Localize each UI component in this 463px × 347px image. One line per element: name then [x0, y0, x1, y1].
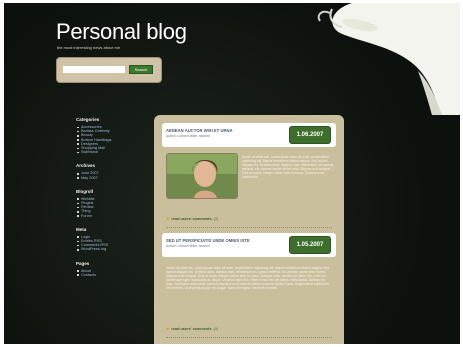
comment-count: (0)	[213, 217, 219, 221]
sidebar-heading-archives: Archives	[76, 163, 96, 169]
blog-tagline: the most interesting news about me	[57, 45, 121, 50]
sidebar-heading-meta: Meta	[76, 226, 87, 232]
content-panel: AENEAN AUCTOR WISI ET URNA Author: Loria…	[154, 115, 344, 344]
sidebar-link[interactable]: Forum	[77, 214, 146, 218]
sidebar-heading-pages: Pages	[76, 260, 90, 266]
sidebar-list-categories: Accessories Badass Celebrity Beauty Bott…	[76, 125, 146, 154]
post-divider	[166, 337, 332, 338]
sidebar-link[interactable]: WordPress.org	[77, 247, 146, 251]
sidebar-list-blogroll: Website Plugins Review Thing Forum	[76, 197, 146, 218]
post-excerpt: Donec sit amet nisi. Lorem ipsum dolor s…	[166, 266, 329, 291]
calla-lily-image	[317, 3, 460, 115]
sidebar-heading-categories: Categories	[76, 117, 100, 122]
search-input[interactable]	[63, 66, 125, 73]
post-date-badge: 1.05.2007	[289, 236, 331, 254]
post-divider	[166, 227, 332, 228]
sidebar-link[interactable]: May 2007	[77, 176, 146, 180]
post-comments-link[interactable]: ★ read users' comments (0)	[166, 326, 218, 331]
sidebar-list-archives: June 2007 May 2007	[76, 171, 146, 180]
post-title[interactable]: SED UT PERSPICIATIS UNDE OMNIS ISTE	[166, 238, 250, 243]
blog-title[interactable]: Personal blog	[56, 19, 187, 45]
sidebar-list-meta: Login Entries RSS Comments RSS WordPress…	[76, 235, 146, 252]
star-icon: ★	[166, 327, 170, 331]
blog-post: SED UT PERSPICIATIS UNDE OMNIS ISTE Auth…	[162, 233, 336, 344]
post-author: Author: Loriann Miller, student	[166, 134, 210, 138]
post-excerpt: Donec sit amet nisi. Lorem ipsum dolor s…	[242, 155, 334, 180]
comment-count: (0)	[213, 327, 219, 331]
post-header: SED UT PERSPICIATIS UNDE OMNIS ISTE Auth…	[162, 233, 336, 257]
sidebar-heading-blogroll: Blogroll	[76, 188, 93, 194]
comments-link-label[interactable]: read users' comments	[171, 217, 211, 221]
sidebar: Categories Accessories Badass Celebrity …	[76, 117, 146, 286]
post-photo	[166, 153, 238, 199]
star-icon: ★	[166, 217, 170, 221]
post-header: AENEAN AUCTOR WISI ET URNA Author: Loria…	[162, 123, 336, 147]
sidebar-link[interactable]: Swimwear	[77, 150, 146, 154]
post-comments-link[interactable]: ★ read users' comments (0)	[166, 216, 218, 221]
page-frame: Personal blog the most interesting news …	[4, 3, 460, 344]
post-author: Author: Loriann Miller, student	[166, 244, 210, 248]
search-panel: Search	[56, 57, 162, 83]
sidebar-link[interactable]: Contacts	[77, 273, 146, 277]
post-date-badge: 1.06.2007	[289, 126, 331, 144]
sidebar-list-pages: About Contacts	[76, 269, 146, 277]
comments-link-label[interactable]: read users' comments	[171, 327, 211, 331]
search-button[interactable]: Search	[129, 65, 153, 74]
post-title[interactable]: AENEAN AUCTOR WISI ET URNA	[166, 128, 233, 133]
blog-post: AENEAN AUCTOR WISI ET URNA Author: Loria…	[162, 123, 336, 233]
